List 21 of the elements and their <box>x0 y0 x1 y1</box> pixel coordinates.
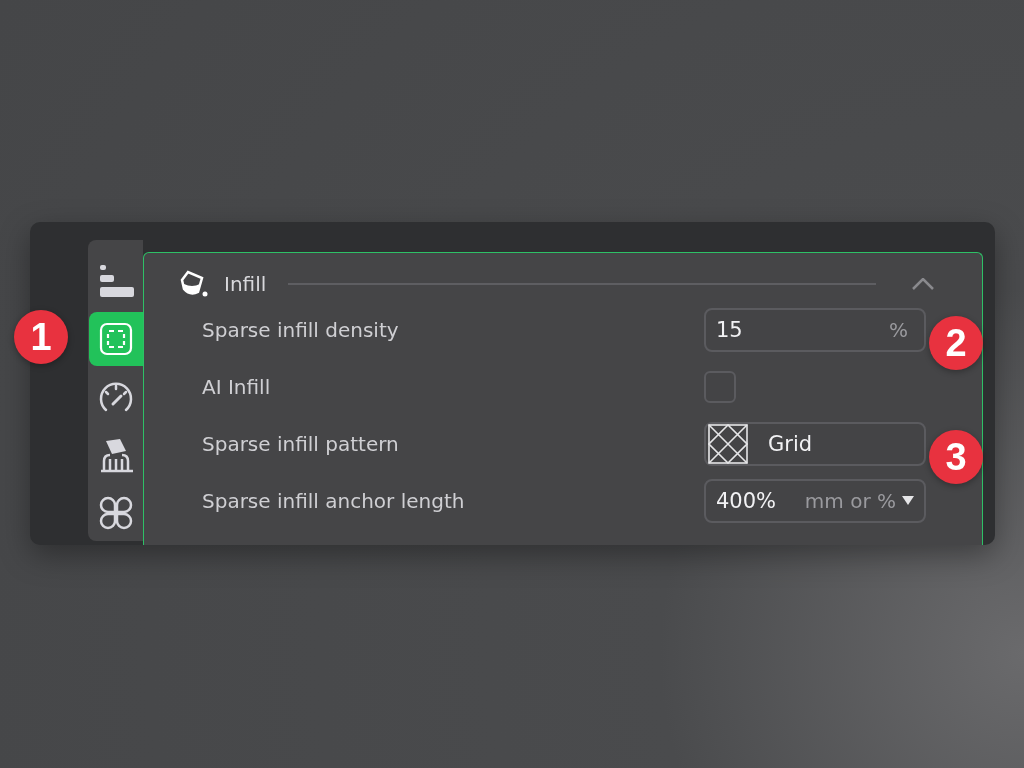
collapse-chevron-icon[interactable] <box>912 278 934 290</box>
speedometer-icon <box>98 381 134 413</box>
setting-label: Sparse infill density <box>202 317 400 342</box>
setting-label: AI Infill <box>202 374 272 399</box>
grid-pattern-icon <box>708 423 748 464</box>
support-structure-icon <box>98 437 134 473</box>
checkbox[interactable] <box>704 370 736 403</box>
dashed-square-icon <box>99 322 133 356</box>
quality-bars-icon <box>98 263 134 299</box>
unit-label: mm or % <box>804 488 896 513</box>
dropdown-arrow-icon <box>902 496 914 505</box>
section-title: Infill <box>224 272 267 296</box>
unit-label: % <box>889 317 908 342</box>
paint-bucket-icon <box>178 270 208 298</box>
density-input-field[interactable]: 15 % <box>704 307 926 352</box>
clover-icon <box>98 495 134 531</box>
setting-label: Sparse infill anchor length <box>202 488 466 513</box>
setting-label: Sparse infill pattern <box>202 431 400 456</box>
pattern-dropdown[interactable]: Grid <box>704 421 926 466</box>
callout-number-badge: 1 <box>14 310 68 364</box>
anchor-length-combo-field[interactable]: 400% mm or % <box>704 478 926 523</box>
